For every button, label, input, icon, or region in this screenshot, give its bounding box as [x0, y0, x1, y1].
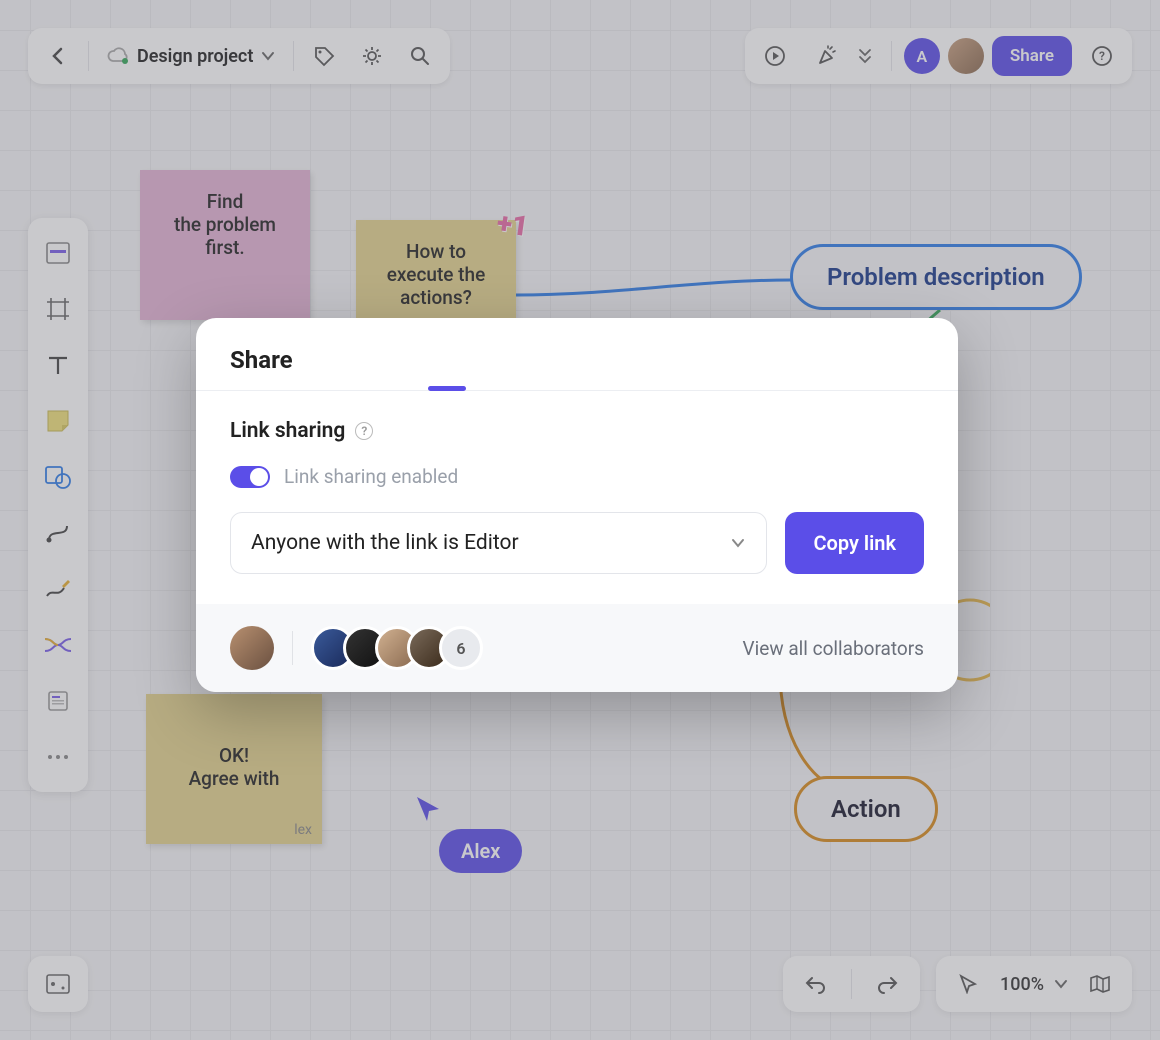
link-sharing-toggle[interactable]	[230, 466, 270, 488]
access-row: Anyone with the link is Editor Copy link	[230, 512, 924, 574]
collaborator-stack[interactable]: 6	[311, 626, 483, 670]
copy-link-button[interactable]: Copy link	[785, 512, 924, 574]
share-modal: Share Link sharing ? Link sharing enable…	[196, 318, 958, 692]
separator	[292, 631, 293, 665]
link-sharing-toggle-row: Link sharing enabled	[230, 465, 924, 488]
toggle-label: Link sharing enabled	[284, 465, 458, 488]
view-all-label: View all collaborators	[743, 637, 924, 660]
chevron-down-icon	[730, 535, 746, 551]
access-option-label: Anyone with the link is Editor	[251, 531, 519, 555]
owner-avatar[interactable]	[230, 626, 274, 670]
modal-body: Link sharing ? Link sharing enabled Anyo…	[196, 391, 958, 604]
modal-footer: 6 View all collaborators	[196, 604, 958, 692]
tab-indicator	[428, 386, 466, 391]
modal-title: Share	[230, 346, 293, 374]
modal-header: Share	[196, 318, 958, 390]
link-sharing-heading: Link sharing ?	[230, 419, 924, 443]
help-icon[interactable]: ?	[355, 422, 373, 440]
collaborator-more-count: 6	[439, 626, 483, 670]
section-label: Link sharing	[230, 419, 345, 443]
access-level-select[interactable]: Anyone with the link is Editor	[230, 512, 767, 574]
view-all-collaborators-link[interactable]: View all collaborators	[743, 637, 924, 660]
copy-link-label: Copy link	[813, 531, 896, 555]
